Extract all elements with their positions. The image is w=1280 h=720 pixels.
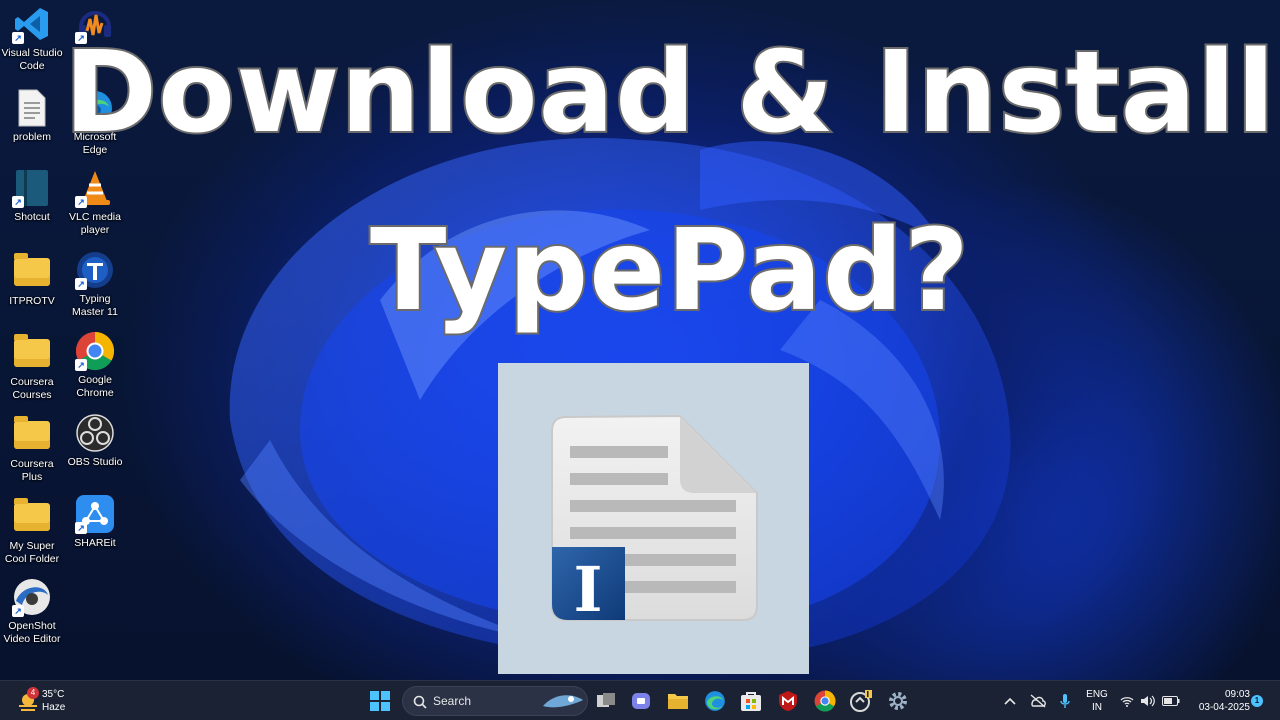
desktop-icon-label: My Super Cool Folder	[4, 540, 60, 565]
search-placeholder: Search	[433, 694, 472, 708]
show-hidden-icons-button[interactable]	[998, 687, 1022, 715]
desktop-icon-label: OpenShot Video Editor	[3, 620, 61, 645]
shareit-icon: ↗	[75, 494, 115, 534]
taskbar-file-explorer-button[interactable]	[664, 687, 692, 715]
notification-button[interactable]: 1	[1251, 695, 1263, 707]
desktop-icon-label: OBS Studio	[67, 456, 123, 468]
weather-condition: Haze	[42, 702, 66, 713]
desktop-icon-obs-studio[interactable]: OBS Studio	[63, 413, 127, 469]
microphone-tray-button[interactable]	[1053, 687, 1077, 715]
teams-chat-icon	[632, 693, 650, 709]
clock-time: 09:03	[1224, 689, 1250, 700]
language-line-1: ENG	[1086, 689, 1108, 700]
folder-icon	[12, 415, 52, 455]
desktop-icon-label: Google Chrome	[76, 374, 114, 399]
weather-temp: 35°C	[42, 689, 65, 700]
shortcut-arrow-icon: ↗	[75, 522, 87, 534]
weather-badge: 4	[27, 687, 39, 699]
shortcut-arrow-icon: ↗	[75, 359, 87, 371]
onedrive-tray-button[interactable]	[1026, 687, 1050, 715]
taskbar-teams-button[interactable]	[628, 687, 656, 715]
desktop-icon-label: Coursera Plus	[10, 458, 54, 483]
task-view-button[interactable]	[592, 687, 620, 715]
taskbar-clipchamp-button[interactable]	[847, 687, 875, 715]
wifi-icon	[1120, 697, 1134, 707]
desktop-icon-coursera-plus[interactable]: Coursera Plus	[0, 415, 64, 484]
desktop-icon-label: SHAREit	[74, 537, 116, 549]
cloud-off-icon	[1030, 694, 1046, 708]
vlc-icon: ↗	[75, 168, 115, 208]
microsoft-store-icon	[741, 692, 761, 711]
search-highlight-icon	[543, 695, 583, 708]
file-explorer-icon	[668, 694, 688, 709]
gear-icon	[889, 692, 907, 710]
typepad-document-icon: I	[551, 414, 758, 626]
search-input[interactable]: Search	[402, 686, 588, 716]
taskbar-settings-button[interactable]	[884, 687, 912, 715]
clock[interactable]: 09:03 03-04-2025	[1198, 689, 1250, 715]
start-button[interactable]	[366, 687, 394, 715]
media-app-icon	[850, 690, 872, 712]
clock-date: 03-04-2025	[1198, 702, 1250, 713]
obs-icon	[75, 413, 115, 453]
taskbar-chrome-button[interactable]	[811, 687, 839, 715]
typepad-logo: I	[498, 363, 809, 674]
language-indicator[interactable]: ENG IN	[1082, 689, 1112, 715]
quick-settings-button[interactable]	[1118, 691, 1208, 711]
mcafee-shield-icon	[779, 691, 797, 711]
folder-icon	[12, 333, 52, 373]
desktop-icon-coursera-courses[interactable]: Coursera Courses	[0, 333, 64, 402]
desktop-icon-label: Coursera Courses	[10, 376, 54, 401]
desktop-icon-my-super-cool-folder[interactable]: My Super Cool Folder	[0, 497, 64, 566]
folder-icon	[12, 497, 52, 537]
taskbar: 4 35°C Haze Search ENG IN 09:03 03-04-20…	[0, 680, 1280, 720]
volume-icon	[1141, 695, 1155, 707]
weather-widget[interactable]: 4 35°C Haze	[14, 687, 94, 717]
taskbar-store-button[interactable]	[737, 687, 765, 715]
chrome-icon: ↗	[75, 331, 115, 371]
headline-line-1: Download & Install	[62, 26, 1277, 160]
battery-icon	[1162, 696, 1180, 706]
openshot-icon: ↗	[12, 577, 52, 617]
edge-icon	[705, 691, 725, 711]
windows-icon	[370, 691, 390, 711]
chevron-up-icon	[1004, 697, 1016, 705]
taskbar-mcafee-button[interactable]	[774, 687, 802, 715]
chrome-icon	[814, 690, 836, 712]
desktop-icon-shareit[interactable]: ↗ SHAREit	[63, 494, 127, 550]
search-icon	[413, 695, 427, 709]
desktop-icon-google-chrome[interactable]: ↗ Google Chrome	[63, 331, 127, 400]
shortcut-arrow-icon: ↗	[12, 605, 24, 617]
taskbar-edge-button[interactable]	[701, 687, 729, 715]
task-view-icon	[597, 693, 615, 707]
notification-count: 1	[1254, 696, 1260, 705]
desktop-icon-openshot[interactable]: ↗ OpenShot Video Editor	[0, 577, 64, 646]
language-line-2: IN	[1092, 702, 1102, 713]
headline-line-2: TypePad?	[368, 204, 971, 338]
microphone-icon	[1060, 694, 1070, 708]
shotcut-icon: ↗	[12, 168, 52, 208]
typepad-letter: I	[573, 553, 602, 626]
